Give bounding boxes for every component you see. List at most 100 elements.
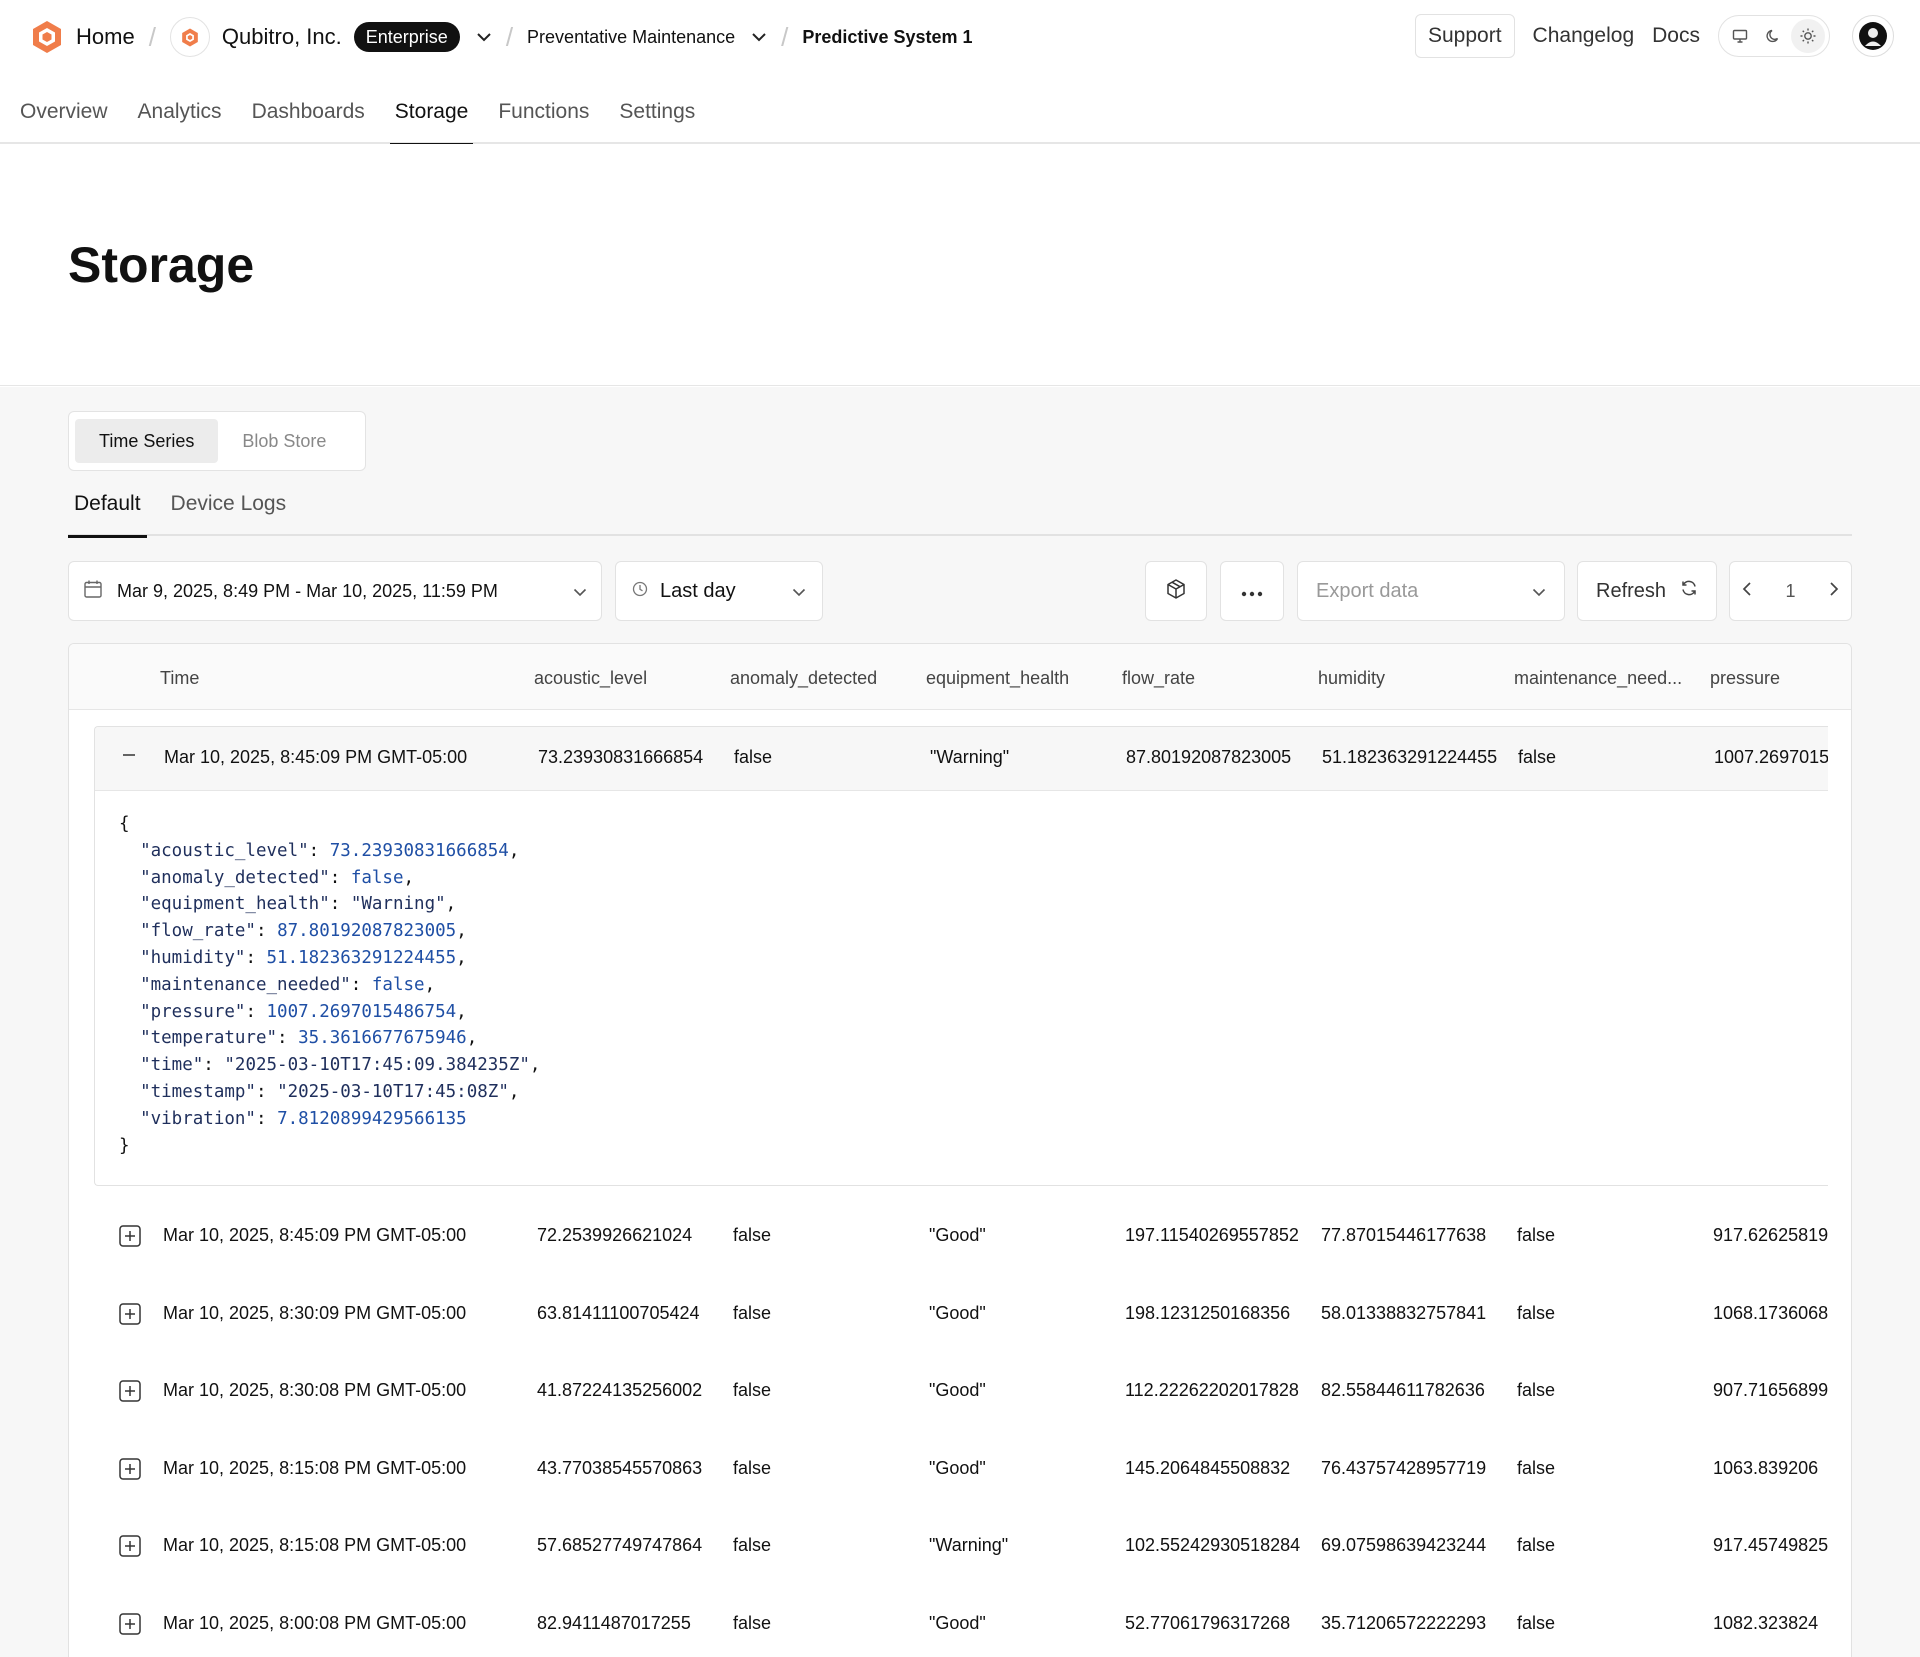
tab-storage[interactable]: Storage bbox=[389, 96, 473, 146]
storage-toolbar: Mar 9, 2025, 8:49 PM - Mar 10, 2025, 11:… bbox=[68, 561, 1852, 621]
expand-row-icon[interactable] bbox=[118, 1302, 142, 1326]
theme-switcher bbox=[1718, 15, 1830, 57]
json-line: "anomaly_detected": false, bbox=[140, 867, 415, 888]
export-data-placeholder: Export data bbox=[1316, 579, 1419, 602]
plan-badge: Enterprise bbox=[353, 22, 460, 52]
support-button[interactable]: Support bbox=[1414, 14, 1515, 58]
cell-maintenance-needed: false bbox=[1517, 1612, 1556, 1633]
sun-icon[interactable] bbox=[1791, 19, 1825, 53]
cell-pressure: 1082.323824 bbox=[1713, 1612, 1819, 1633]
table-row[interactable]: Mar 10, 2025, 8:45:09 PM GMT-05:00 72.253… bbox=[69, 1198, 1851, 1275]
table-row[interactable]: Mar 10, 2025, 8:45:09 PM GMT-05:00 73.23… bbox=[95, 727, 1828, 791]
export-data-select[interactable]: Export data bbox=[1297, 561, 1565, 621]
chevron-down-icon[interactable] bbox=[476, 32, 492, 42]
table-row[interactable]: Mar 10, 2025, 8:30:09 PM GMT-05:00 63.814… bbox=[69, 1276, 1851, 1353]
expand-row-icon[interactable] bbox=[118, 1612, 142, 1636]
expand-row-icon[interactable] bbox=[118, 1379, 142, 1403]
date-range-value: Mar 9, 2025, 8:49 PM - Mar 10, 2025, 11:… bbox=[117, 580, 498, 601]
moon-icon[interactable] bbox=[1757, 19, 1791, 53]
json-key: "time" bbox=[140, 1055, 204, 1076]
cell-humidity: 51.182363291224455 bbox=[1322, 747, 1498, 767]
monitor-icon[interactable] bbox=[1723, 19, 1757, 53]
tab-functions[interactable]: Functions bbox=[498, 96, 589, 144]
tab-analytics[interactable]: Analytics bbox=[138, 96, 222, 144]
user-avatar[interactable] bbox=[1852, 15, 1894, 57]
breadcrumb-project[interactable]: Preventative Maintenance bbox=[527, 27, 767, 48]
cell-time: Mar 10, 2025, 8:45:09 PM GMT-05:00 bbox=[164, 747, 468, 767]
time-series-button[interactable]: Time Series bbox=[75, 419, 219, 463]
title-area: Storage bbox=[0, 144, 1920, 386]
expand-row-icon[interactable] bbox=[118, 1224, 142, 1248]
blob-store-button[interactable]: Blob Store bbox=[218, 419, 350, 463]
cell-humidity: 58.01338832757841 bbox=[1321, 1302, 1487, 1323]
cell-flow-rate: 87.80192087823005 bbox=[1126, 747, 1292, 767]
org-name[interactable]: Qubitro, Inc. bbox=[222, 24, 342, 50]
column-header[interactable]: equipment_health bbox=[926, 668, 1069, 689]
column-header[interactable]: maintenance_need... bbox=[1514, 668, 1682, 689]
ellipsis-icon bbox=[1241, 581, 1263, 602]
tab-default[interactable]: Default bbox=[68, 492, 147, 538]
cell-pressure: 917.62625819 bbox=[1713, 1225, 1828, 1245]
table-row[interactable]: Mar 10, 2025, 8:30:08 PM GMT-05:00 41.872… bbox=[69, 1353, 1851, 1430]
cell-humidity: 82.55844611782636 bbox=[1321, 1380, 1485, 1400]
column-header[interactable]: anomaly_detected bbox=[730, 668, 877, 689]
cell-acoustic-level: 72.2539926621024 bbox=[537, 1225, 693, 1245]
table-row[interactable]: Mar 10, 2025, 8:15:08 PM GMT-05:00 43.770… bbox=[69, 1431, 1851, 1508]
cell-equipment-health: "Good" bbox=[929, 1302, 986, 1323]
expand-row-icon[interactable] bbox=[118, 1457, 142, 1481]
tab-overview[interactable]: Overview bbox=[20, 96, 108, 144]
json-value: 35.3616677675946 bbox=[298, 1028, 467, 1049]
range-preset-select[interactable]: Last day bbox=[615, 561, 823, 621]
changelog-link[interactable]: Changelog bbox=[1533, 24, 1635, 48]
docs-link[interactable]: Docs bbox=[1652, 24, 1700, 48]
top-bar: Home / Qubitro, Inc. Enterprise / Preven… bbox=[0, 0, 1920, 74]
time-series-table: Time acoustic_level anomaly_detected equ… bbox=[68, 643, 1852, 1657]
column-header[interactable]: pressure bbox=[1710, 668, 1780, 689]
more-options-button[interactable] bbox=[1220, 561, 1284, 621]
json-key: "equipment_health" bbox=[140, 894, 330, 915]
chevron-down-icon[interactable] bbox=[751, 32, 767, 42]
column-header[interactable]: Time bbox=[160, 668, 199, 689]
cell-acoustic-level: 82.9411487017255 bbox=[537, 1612, 691, 1633]
json-key: "timestamp" bbox=[140, 1081, 256, 1102]
schema-button[interactable] bbox=[1145, 561, 1207, 621]
column-header[interactable]: flow_rate bbox=[1122, 668, 1195, 689]
json-line: "timestamp": "2025-03-10T17:45:08Z", bbox=[140, 1081, 520, 1102]
chevron-right-icon[interactable] bbox=[1829, 581, 1839, 602]
collapse-icon[interactable] bbox=[121, 747, 137, 768]
project-name[interactable]: Preventative Maintenance bbox=[527, 27, 735, 48]
chevron-down-icon bbox=[1532, 580, 1546, 603]
expand-row-icon[interactable] bbox=[118, 1534, 142, 1558]
cell-pressure: 1068.1736068 bbox=[1713, 1302, 1828, 1323]
cell-anomaly-detected: false bbox=[733, 1380, 772, 1400]
chevron-left-icon[interactable] bbox=[1742, 581, 1752, 602]
table-row[interactable]: Mar 10, 2025, 8:00:08 PM GMT-05:00 82.941… bbox=[69, 1586, 1851, 1657]
refresh-button[interactable]: Refresh bbox=[1577, 561, 1717, 621]
breadcrumb-home[interactable]: Home bbox=[30, 20, 135, 54]
chevron-down-icon bbox=[573, 581, 587, 602]
tab-device-logs[interactable]: Device Logs bbox=[165, 492, 293, 536]
date-range-picker[interactable]: Mar 9, 2025, 8:49 PM - Mar 10, 2025, 11:… bbox=[68, 561, 602, 621]
cell-pressure: 1063.839206 bbox=[1713, 1457, 1819, 1478]
cell-acoustic-level: 43.77038545570863 bbox=[537, 1457, 703, 1478]
table-row[interactable]: Mar 10, 2025, 8:15:08 PM GMT-05:00 57.685… bbox=[69, 1508, 1851, 1585]
column-header[interactable]: humidity bbox=[1318, 668, 1385, 689]
cell-flow-rate: 198.1231250168356 bbox=[1125, 1302, 1291, 1323]
cell-anomaly-detected: false bbox=[733, 1225, 772, 1245]
system-name[interactable]: Predictive System 1 bbox=[802, 27, 972, 48]
cell-pressure: 907.71656899 bbox=[1713, 1380, 1828, 1400]
breadcrumb-org[interactable]: Qubitro, Inc. Enterprise bbox=[169, 17, 492, 57]
top-right-actions: Support Changelog Docs bbox=[1414, 14, 1894, 58]
tab-dashboards[interactable]: Dashboards bbox=[252, 96, 365, 144]
json-value: false bbox=[371, 974, 425, 995]
cell-anomaly-detected: false bbox=[733, 1535, 772, 1555]
tab-settings[interactable]: Settings bbox=[619, 96, 695, 144]
json-value: "2025-03-10T17:45:08Z" bbox=[277, 1081, 509, 1102]
json-value: 7.8120899429566135 bbox=[277, 1108, 467, 1129]
json-key: "anomaly_detected" bbox=[140, 867, 330, 888]
breadcrumb-separator: / bbox=[148, 21, 156, 52]
cell-anomaly-detected: false bbox=[733, 1612, 772, 1633]
column-header[interactable]: acoustic_level bbox=[534, 668, 647, 689]
breadcrumb-system[interactable]: Predictive System 1 bbox=[802, 27, 972, 48]
home-link[interactable]: Home bbox=[76, 24, 135, 50]
